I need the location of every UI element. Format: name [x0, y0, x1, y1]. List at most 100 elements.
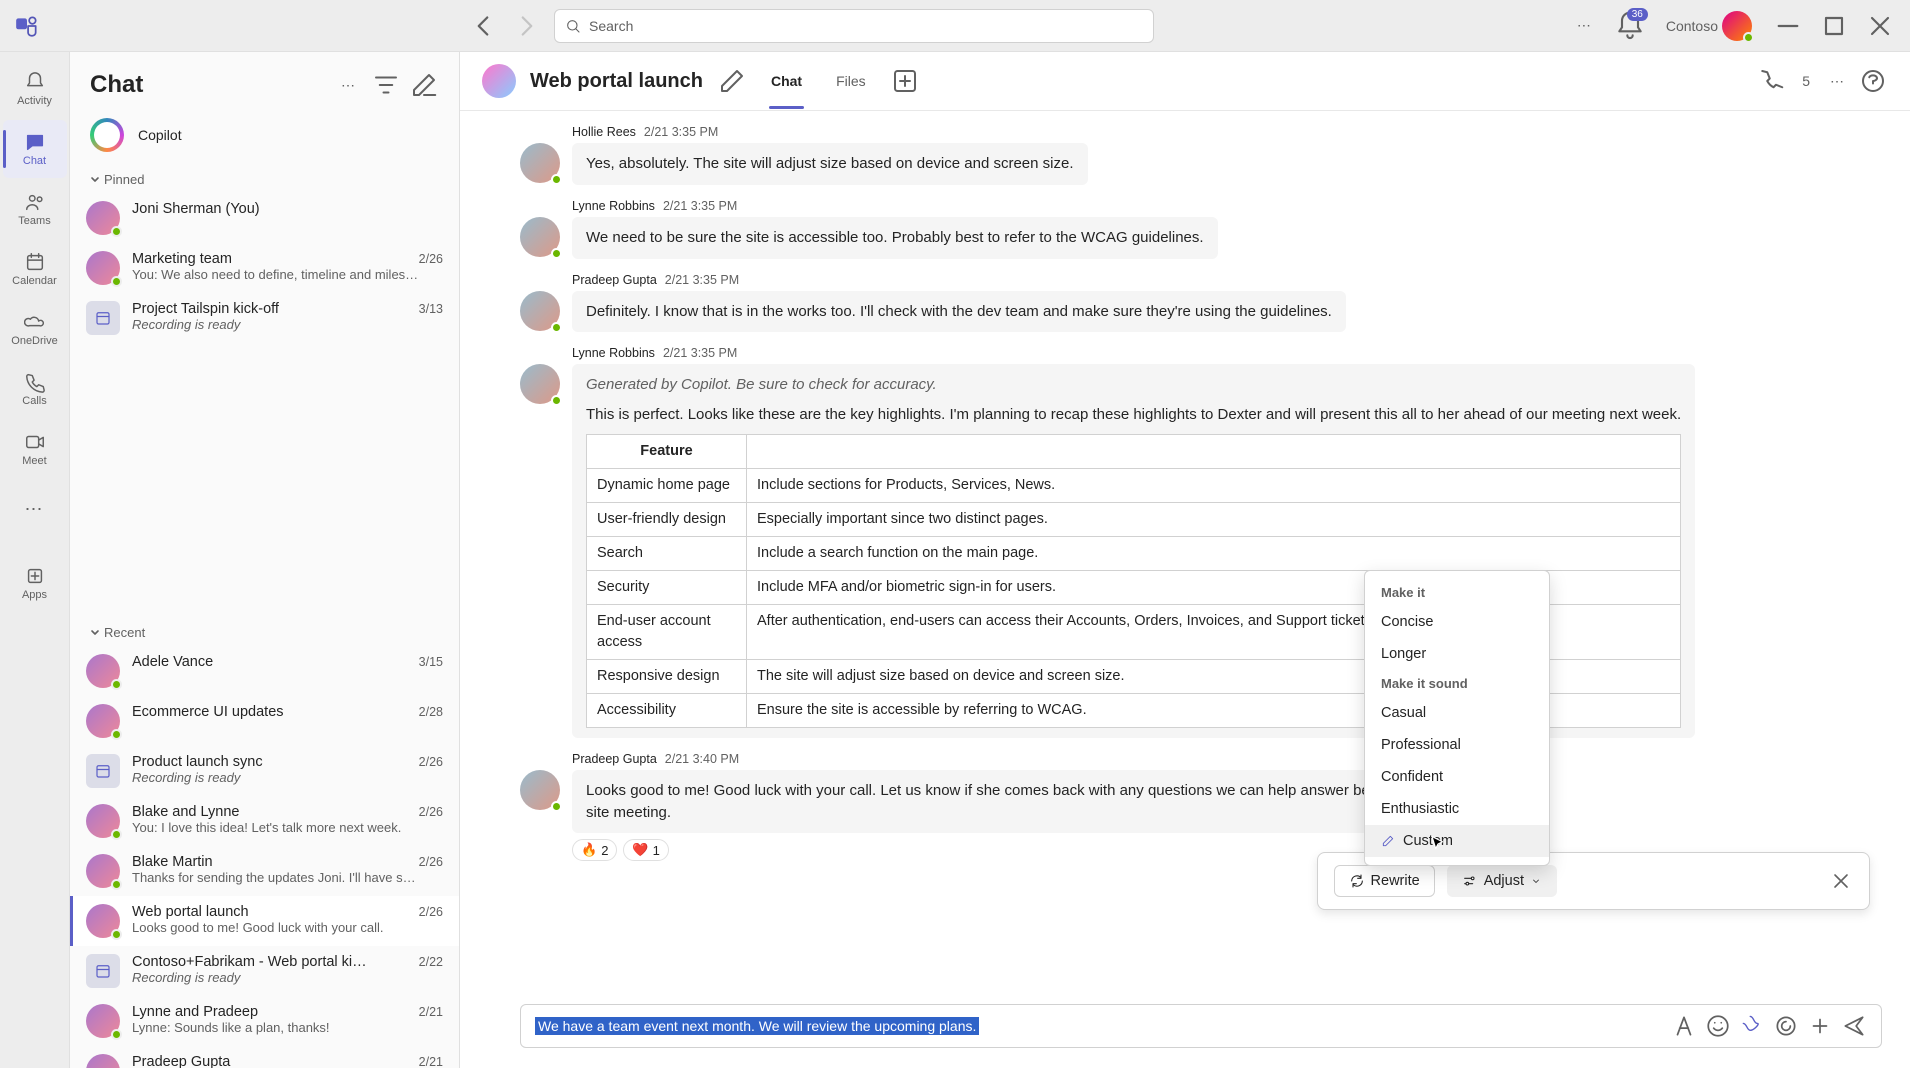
- chat-list-item[interactable]: Blake and Lynne2/26You: I love this idea…: [70, 796, 459, 846]
- chat-item-title: Joni Sherman (You): [132, 201, 435, 217]
- adjust-option-confident[interactable]: Confident: [1365, 761, 1549, 793]
- message-bubble: Looks good to me! Good luck with your ca…: [572, 770, 1472, 834]
- message-time: 2/21 3:35 PM: [663, 346, 737, 360]
- forward-button: [510, 9, 544, 43]
- chat-list-item[interactable]: Product launch sync2/26Recording is read…: [70, 746, 459, 796]
- rail-teams[interactable]: Teams: [3, 180, 67, 238]
- chat-item-title: Blake and Lynne: [132, 804, 411, 820]
- message-time: 2/21 3:35 PM: [644, 125, 718, 139]
- rail-onedrive[interactable]: OneDrive: [3, 300, 67, 358]
- org-name: Contoso: [1666, 18, 1718, 34]
- message-author: Lynne Robbins: [572, 346, 655, 360]
- adjust-menu-header-tone: Make it sound: [1365, 670, 1549, 697]
- reaction-pill[interactable]: 🔥 2: [572, 839, 617, 861]
- search-input[interactable]: Search: [554, 9, 1154, 43]
- tab-chat[interactable]: Chat: [769, 67, 804, 95]
- rewrite-button[interactable]: Rewrite: [1334, 865, 1435, 897]
- chat-item-avatar: [86, 1054, 120, 1068]
- adjust-option-casual[interactable]: Casual: [1365, 697, 1549, 729]
- copilot-pane-icon[interactable]: [1858, 66, 1888, 96]
- adjust-button[interactable]: Adjust: [1447, 865, 1557, 897]
- adjust-option-professional[interactable]: Professional: [1365, 729, 1549, 761]
- chat-item-title: Web portal launch: [132, 904, 411, 920]
- chat-item-title: Pradeep Gupta: [132, 1054, 411, 1068]
- message-bubble: We need to be sure the site is accessibl…: [572, 217, 1218, 259]
- message-bubble: Definitely. I know that is in the works …: [572, 291, 1346, 333]
- chat-item-avatar: [86, 201, 120, 235]
- chat-list-item[interactable]: Web portal launch2/26Looks good to me! G…: [70, 896, 459, 946]
- message-avatar: [520, 291, 560, 331]
- chat-item-title: Contoso+Fabrikam - Web portal ki…: [132, 954, 411, 970]
- rail-calls[interactable]: Calls: [3, 360, 67, 418]
- window-maximize-icon[interactable]: [1818, 10, 1850, 42]
- add-tab-icon[interactable]: [890, 66, 920, 96]
- message-bubble: Yes, absolutely. The site will adjust si…: [572, 143, 1088, 185]
- window-minimize-icon[interactable]: [1772, 10, 1804, 42]
- message-time: 2/21 3:35 PM: [665, 273, 739, 287]
- back-button[interactable]: [466, 9, 500, 43]
- copilot-chat-item[interactable]: Copilot: [70, 108, 459, 162]
- section-pinned[interactable]: Pinned: [70, 162, 459, 193]
- chat-list-item[interactable]: Joni Sherman (You): [70, 193, 459, 243]
- chat-list-item[interactable]: Project Tailspin kick-off3/13Recording i…: [70, 293, 459, 343]
- rail-calendar[interactable]: Calendar: [3, 240, 67, 298]
- chat-item-preview: Recording is ready: [132, 970, 443, 985]
- rail-meet[interactable]: Meet: [3, 420, 67, 478]
- message-author: Lynne Robbins: [572, 199, 655, 213]
- rail-activity[interactable]: Activity: [3, 60, 67, 118]
- close-copilot-bar-icon[interactable]: [1829, 869, 1853, 893]
- chat-list-item[interactable]: Adele Vance3/15: [70, 646, 459, 696]
- chat-list-item[interactable]: Ecommerce UI updates2/28: [70, 696, 459, 746]
- chat-item-avatar: [86, 704, 120, 738]
- rail-apps[interactable]: Apps: [3, 554, 67, 612]
- chat-list-item[interactable]: Lynne and Pradeep2/21Lynne: Sounds like …: [70, 996, 459, 1046]
- send-icon[interactable]: [1841, 1013, 1867, 1039]
- chat-more-icon[interactable]: ⋯: [1822, 66, 1852, 96]
- adjust-option-custom[interactable]: Custom: [1365, 825, 1549, 857]
- adjust-option-longer[interactable]: Longer: [1365, 638, 1549, 670]
- emoji-icon[interactable]: [1705, 1013, 1731, 1039]
- adjust-option-enthusiastic[interactable]: Enthusiastic: [1365, 793, 1549, 825]
- call-dropdown-icon[interactable]: [1756, 66, 1786, 96]
- loop-icon[interactable]: [1773, 1013, 1799, 1039]
- more-options-icon[interactable]: ⋯: [1568, 10, 1600, 42]
- chat-item-preview: Looks good to me! Good luck with your ca…: [132, 920, 443, 935]
- rail-more[interactable]: ⋯: [3, 480, 67, 538]
- adjust-option-concise[interactable]: Concise: [1365, 606, 1549, 638]
- participants-button[interactable]: 5: [1792, 66, 1816, 96]
- chat-item-title: Lynne and Pradeep: [132, 1004, 411, 1020]
- format-icon[interactable]: [1671, 1013, 1697, 1039]
- message-author: Hollie Rees: [572, 125, 636, 139]
- compose-copilot-icon[interactable]: [1739, 1013, 1765, 1039]
- compose-more-icon[interactable]: [1807, 1013, 1833, 1039]
- chat-list-item[interactable]: Contoso+Fabrikam - Web portal ki…2/22Rec…: [70, 946, 459, 996]
- adjust-menu-header-length: Make it: [1365, 579, 1549, 606]
- chat-list-item[interactable]: Marketing team2/26You: We also need to d…: [70, 243, 459, 293]
- rail-chat[interactable]: Chat: [3, 120, 67, 178]
- chat-list-more-icon[interactable]: ⋯: [333, 70, 363, 100]
- chat-list-item[interactable]: Pradeep Gupta2/21Hi Joni. Can you confir…: [70, 1046, 459, 1068]
- chat-item-preview: You: We also need to define, timeline an…: [132, 267, 443, 282]
- chat-item-title: Product launch sync: [132, 754, 411, 770]
- chat-list-item[interactable]: Blake Martin2/26Thanks for sending the u…: [70, 846, 459, 896]
- notification-badge: 36: [1627, 8, 1648, 21]
- copilot-label: Copilot: [138, 127, 182, 143]
- filter-icon[interactable]: [371, 70, 401, 100]
- chat-item-date: 2/26: [419, 855, 443, 869]
- chat-item-avatar: [86, 1004, 120, 1038]
- message-input[interactable]: We have a team event next month. We will…: [520, 1004, 1882, 1048]
- chat-item-date: 2/26: [419, 755, 443, 769]
- tab-files[interactable]: Files: [834, 67, 868, 95]
- chat-title: Web portal launch: [530, 70, 703, 93]
- message-avatar: [520, 143, 560, 183]
- chat-item-title: Project Tailspin kick-off: [132, 301, 411, 317]
- new-chat-icon[interactable]: [409, 70, 439, 100]
- chat-item-date: 2/21: [419, 1005, 443, 1019]
- rename-icon[interactable]: [717, 66, 747, 96]
- reaction-pill[interactable]: ❤️ 1: [623, 839, 668, 861]
- avatar[interactable]: [1722, 11, 1752, 41]
- notifications-icon[interactable]: 36: [1614, 10, 1646, 42]
- window-close-icon[interactable]: [1864, 10, 1896, 42]
- chat-item-title: Ecommerce UI updates: [132, 704, 411, 720]
- section-recent[interactable]: Recent: [70, 615, 459, 646]
